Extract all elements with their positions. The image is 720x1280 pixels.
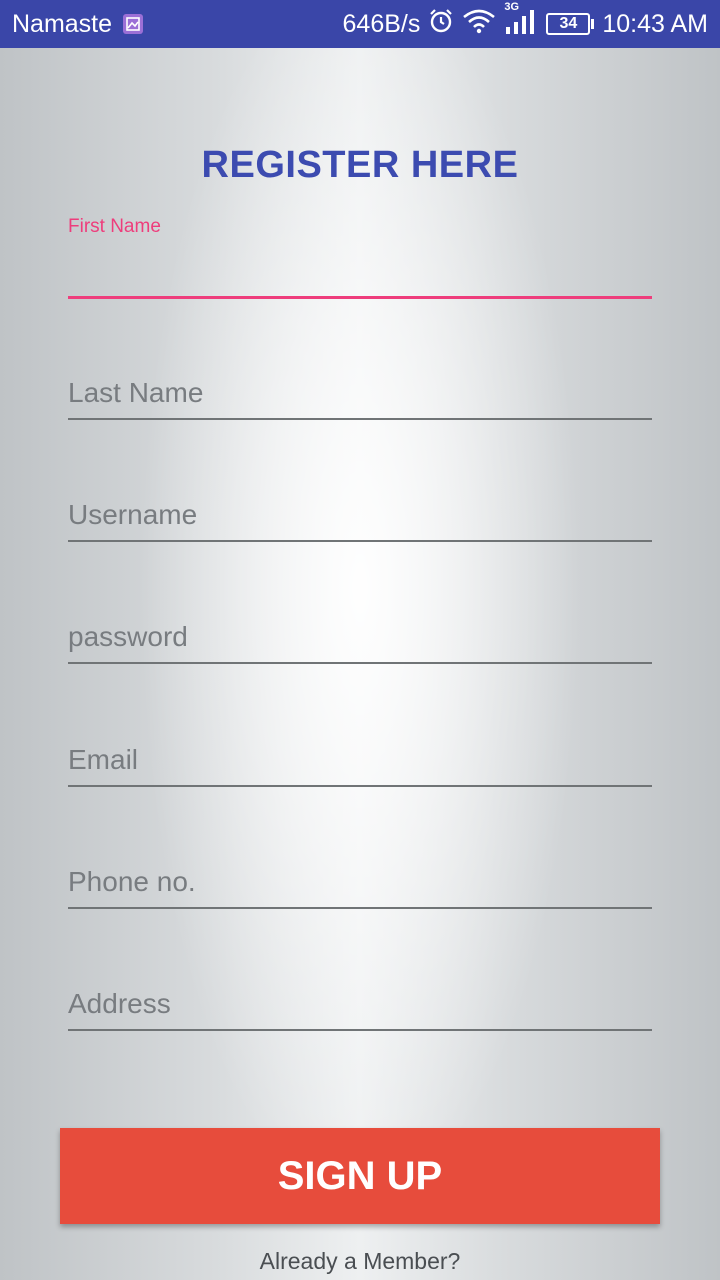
first-name-underline bbox=[68, 296, 652, 299]
first-name-input[interactable] bbox=[68, 246, 652, 292]
status-bar: Namaste 646B/s 3G 34 10:43 AM bbox=[0, 0, 720, 48]
username-field[interactable] bbox=[68, 492, 652, 544]
page-title: REGISTER HERE bbox=[201, 144, 519, 186]
email-underline bbox=[68, 785, 652, 787]
email-input[interactable] bbox=[68, 737, 652, 783]
username-input[interactable] bbox=[68, 492, 652, 538]
email-field[interactable] bbox=[68, 737, 652, 789]
already-member-link[interactable]: Already a Member? bbox=[0, 1248, 720, 1275]
address-underline bbox=[68, 1029, 652, 1031]
status-right-group: 646B/s 3G 34 10:43 AM bbox=[342, 1, 708, 42]
password-underline bbox=[68, 662, 652, 664]
password-input[interactable] bbox=[68, 614, 652, 660]
address-input[interactable] bbox=[68, 981, 652, 1027]
phone-input[interactable] bbox=[68, 859, 652, 905]
last-name-field[interactable] bbox=[68, 370, 652, 422]
first-name-field[interactable]: First Name bbox=[68, 216, 652, 300]
network-type: 3G bbox=[504, 0, 520, 13]
alarm-icon bbox=[428, 8, 454, 41]
phone-field[interactable] bbox=[68, 859, 652, 911]
password-field[interactable] bbox=[68, 614, 652, 666]
wifi-icon bbox=[462, 8, 496, 41]
address-field[interactable] bbox=[68, 981, 652, 1033]
status-time: 10:43 AM bbox=[602, 9, 708, 38]
cellular-signal-icon: 3G bbox=[504, 1, 538, 42]
status-app-name: Namaste bbox=[12, 9, 113, 38]
battery-level: 34 bbox=[546, 13, 591, 35]
phone-underline bbox=[68, 907, 652, 909]
register-screen: REGISTER HERE First Name SIGN UP Already… bbox=[0, 48, 720, 1280]
signup-button[interactable]: SIGN UP bbox=[60, 1128, 660, 1224]
network-speed: 646B/s bbox=[342, 9, 421, 38]
gallery-notification-icon bbox=[122, 13, 144, 35]
last-name-underline bbox=[68, 418, 652, 420]
first-name-label: First Name bbox=[68, 216, 161, 237]
username-underline bbox=[68, 540, 652, 542]
last-name-input[interactable] bbox=[68, 370, 652, 416]
battery-icon: 34 bbox=[546, 13, 595, 35]
